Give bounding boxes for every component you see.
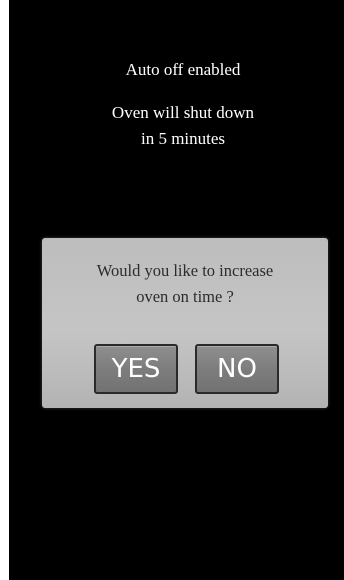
shutdown-message-line1: Oven will shut down — [111, 103, 255, 122]
yes-button[interactable]: YES — [94, 344, 178, 394]
no-button[interactable]: NO — [195, 344, 279, 394]
dialog-question-line2: oven on time ? — [136, 287, 234, 306]
dialog-question-line1: Would you like to increase — [96, 261, 274, 280]
increase-time-dialog: Would you like to increase oven on time … — [42, 238, 328, 408]
shutdown-message: Oven will shut down in 5 minutes — [9, 100, 344, 152]
dialog-question: Would you like to increase oven on time … — [42, 258, 328, 310]
auto-off-status-title: Auto off enabled — [125, 60, 241, 79]
shutdown-message-line2: in 5 minutes — [140, 129, 226, 148]
